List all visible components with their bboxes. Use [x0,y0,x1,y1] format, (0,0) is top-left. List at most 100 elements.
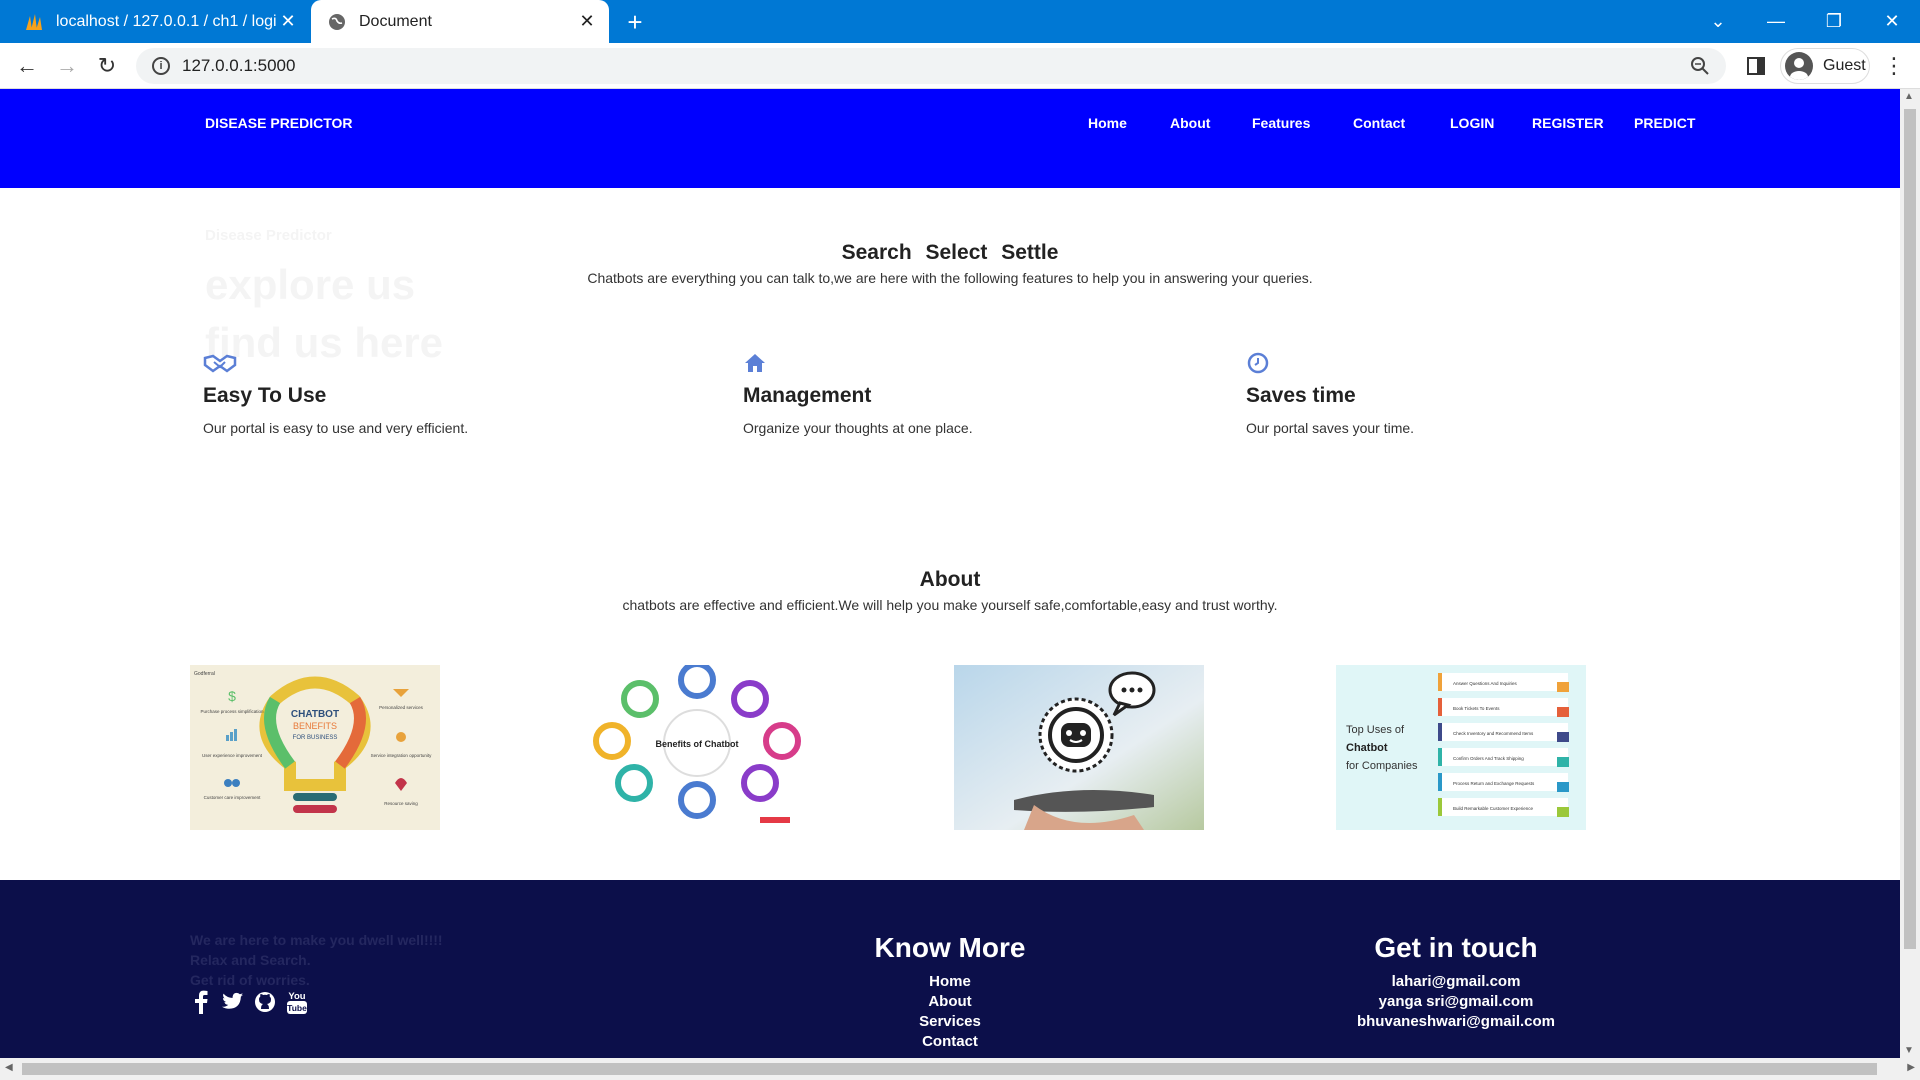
footer-link-about[interactable]: About [850,992,1050,1012]
uses-text-b: Chatbot [1346,742,1388,754]
nav-about[interactable]: About [1170,115,1210,131]
bulb-caption: FOR BUSINESS [293,735,338,741]
feature-saves-time: Saves time Our portal saves your time. [1246,352,1746,436]
restore-icon[interactable]: ❐ [1806,0,1862,43]
footer-link-services[interactable]: Services [850,1012,1050,1032]
features-subtitle: Chatbots are everything you can talk to,… [587,270,1313,286]
bulb-corner-text: Godferral [194,671,215,677]
scroll-down-icon[interactable]: ▼ [1904,1045,1914,1056]
feature-title: Management [743,384,872,407]
close-icon[interactable]: ✕ [276,10,300,34]
bulb-heading: CHATBOT [291,709,339,720]
scrollbar-thumb[interactable] [1904,109,1916,949]
about-subtitle: chatbots are effective and efficient.We … [622,597,1278,613]
nav-contact[interactable]: Contact [1353,115,1405,131]
horizontal-scrollbar[interactable]: ◀ ▶ [0,1058,1920,1080]
nav-login[interactable]: LOGIN [1450,115,1494,131]
address-bar[interactable]: i 127.0.0.1:5000 [136,48,1726,84]
footer-tagline: We are here to make you dwell well!!!! [190,932,443,948]
profile-button[interactable]: Guest [1780,48,1870,84]
youtube-icon-text: You [288,991,305,1002]
bulb-label: Customer care improvement [204,795,262,800]
footer-tagline: Relax and Search. [190,952,311,968]
site-brand[interactable]: DISEASE PREDICTOR [205,115,353,131]
nav-home[interactable]: Home [1088,115,1127,131]
features-title: Search Select Settle [841,241,1059,264]
home-icon [743,352,1243,374]
info-icon[interactable]: i [152,57,170,75]
feature-management: Management Organize your thoughts at one… [743,352,1243,436]
footer-link-contact[interactable]: Contact [850,1032,1050,1052]
scroll-right-icon[interactable]: ▶ [1907,1062,1915,1073]
know-more-title: Know More [874,932,1026,963]
uses-list-item: Confirm Orders And Track Shipping [1453,756,1524,761]
feature-title: Easy To Use [203,384,327,407]
window-close-icon[interactable]: ✕ [1864,0,1920,43]
nav-predict[interactable]: PREDICT [1634,115,1695,131]
site-footer: We are here to make you dwell well!!!! R… [0,880,1900,1058]
uses-list-item: Book Tickets To Events [1453,706,1500,711]
tab-title: localhost / 127.0.0.1 / ch1 / login [56,12,276,30]
tab-phpmyadmin[interactable]: localhost / 127.0.0.1 / ch1 / login ✕ [10,0,310,43]
new-tab-button[interactable]: + [620,7,650,37]
feature-title: Saves time [1246,384,1356,407]
uses-list-item: Process Return and Exchange Requests [1453,781,1535,786]
browser-tab-bar: localhost / 127.0.0.1 / ch1 / login ✕ Do… [0,0,1920,43]
uses-list-item: Build Remarkable Customer Experience [1453,806,1534,811]
chevron-down-icon[interactable]: ⌄ [1690,0,1746,43]
footer-tagline: Get rid of worries. [190,972,310,988]
footer-email[interactable]: yanga sri@gmail.com [1306,992,1606,1012]
bulb-label: Resource saving [384,801,418,806]
youtube-icon-text: Tube [287,1003,307,1013]
uses-list-item: Check Inventory and Recommend Items [1453,731,1534,736]
avatar-icon [1785,52,1813,80]
globe-icon [327,12,347,32]
nav-features[interactable]: Features [1252,115,1310,131]
footer-know-more: Know More Home About Services Contact [850,932,1050,1052]
reload-icon[interactable]: ↻ [92,51,122,81]
bulb-label: Purchase process simplification [200,709,264,714]
page-viewport: DISEASE PREDICTOR Home About Features Co… [0,89,1900,1058]
handshake-icon [203,352,703,374]
scrollbar-thumb[interactable] [22,1063,1877,1075]
github-icon[interactable] [254,990,276,1014]
clock-icon [1246,352,1746,374]
bulb-label: Personalized services [379,705,424,710]
vertical-scrollbar[interactable]: ▲ ▼ [1900,89,1920,1058]
bulb-label: Service integration opportunity [371,753,433,758]
top-uses-of-chatbot-image: Top Uses of Chatbot for Companies Answer… [1336,665,1586,830]
scroll-left-icon[interactable]: ◀ [5,1062,13,1073]
get-in-touch-title: Get in touch [1374,932,1538,963]
youtube-icon[interactable]: You Tube [286,990,308,1014]
nav-register[interactable]: REGISTER [1532,115,1604,131]
chatbot-benefits-bulb-image: CHATBOT BENEFITS FOR BUSINESS Godferral … [190,665,440,830]
phpmyadmin-icon [24,12,44,32]
uses-list-item: Answer Questions And Inquiries [1453,681,1518,686]
zoom-icon[interactable] [1690,56,1710,81]
tab-title: Document [359,12,432,30]
forward-arrow-icon[interactable]: → [52,51,82,81]
address-toolbar: ← → ↻ i 127.0.0.1:5000 Guest ⋮ [0,43,1920,89]
robot-on-phone-image [954,665,1204,830]
minimize-icon[interactable]: — [1748,0,1804,43]
sidebar-icon[interactable] [1741,51,1771,81]
bulb-subheading: BENEFITS [293,721,337,731]
twitter-icon[interactable] [222,990,244,1014]
feature-text: Our portal saves your time. [1246,420,1415,436]
footer-email[interactable]: bhuvaneshwari@gmail.com [1306,1012,1606,1032]
wheel-center-text: Benefits of Chatbot [656,739,739,749]
close-icon[interactable]: ✕ [575,10,599,34]
url-text[interactable]: 127.0.0.1:5000 [182,56,295,76]
feature-easy-to-use: Easy To Use Our portal is easy to use an… [203,352,703,436]
uses-text-a: Top Uses of [1346,724,1405,736]
footer-link-home[interactable]: Home [850,972,1050,992]
facebook-icon[interactable] [190,990,212,1014]
menu-dots-icon[interactable]: ⋮ [1879,51,1909,81]
back-arrow-icon[interactable]: ← [12,51,42,81]
footer-email[interactable]: lahari@gmail.com [1306,972,1606,992]
tab-document[interactable]: Document ✕ [311,0,609,43]
footer-get-in-touch: Get in touch lahari@gmail.com yanga sri@… [1306,932,1606,1032]
scroll-up-icon[interactable]: ▲ [1904,91,1914,102]
uses-text-c: for Companies [1346,760,1418,772]
benefits-of-chatbot-wheel-image: Benefits of Chatbot [572,665,822,830]
